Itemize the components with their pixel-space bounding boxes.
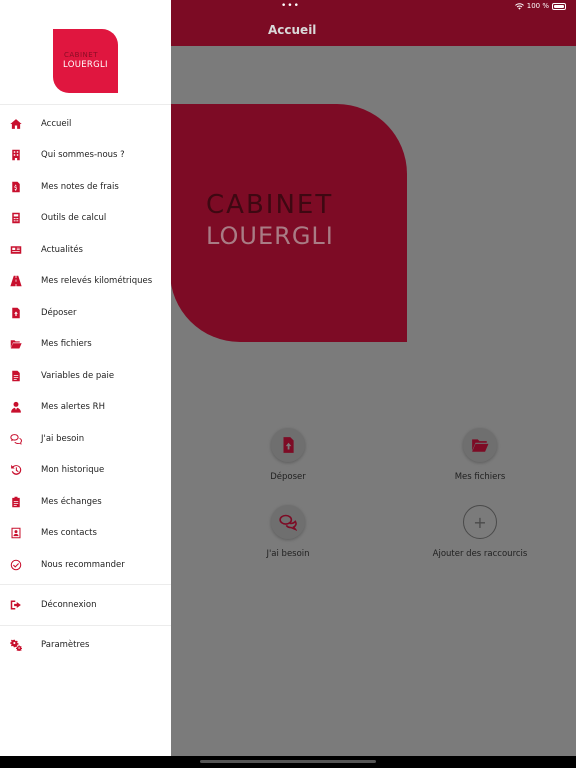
- shortcut-label: Mes fichiers: [454, 472, 506, 482]
- menu-item-echanges[interactable]: Mes échanges: [0, 488, 171, 516]
- menu-item-qui-sommes-nous[interactable]: Qui sommes-nous ?: [0, 141, 171, 169]
- menu-item-label: Mon historique: [41, 465, 105, 475]
- menu-item-label: Mes contacts: [41, 528, 97, 538]
- menu-item-accueil[interactable]: Accueil: [0, 110, 171, 138]
- menu-item-label: Actualités: [41, 245, 83, 255]
- battery-percent: 100 %: [526, 2, 549, 10]
- menu-item-label: Mes notes de frais: [41, 182, 119, 192]
- home-icon: [9, 118, 22, 131]
- history-icon: [9, 464, 22, 477]
- gears-icon: [9, 639, 22, 652]
- file-lines-icon: [9, 370, 22, 383]
- comments-icon: [271, 505, 305, 539]
- shortcut-add[interactable]: + Ajouter des raccourcis: [410, 505, 550, 559]
- menu-item-nous-recommander[interactable]: Nous recommander: [0, 551, 171, 579]
- calculator-icon: [9, 212, 22, 225]
- folder-open-icon: [9, 338, 22, 351]
- menu-item-contacts[interactable]: Mes contacts: [0, 519, 171, 547]
- menu-item-jai-besoin[interactable]: J'ai besoin: [0, 425, 171, 453]
- brand-logo-line2: LOUERGLI: [206, 222, 334, 250]
- wifi-icon: [514, 2, 524, 10]
- brand-logo-line1: CABINET: [206, 190, 334, 220]
- logout-button[interactable]: Déconnexion: [0, 591, 171, 619]
- settings-button[interactable]: Paramètres: [0, 631, 171, 659]
- menu-item-label: Déposer: [41, 308, 77, 318]
- receipt-icon: [9, 181, 22, 194]
- brand-logo-large: CABINET LOUERGLI: [170, 104, 407, 342]
- brand-logo-line2: LOUERGLI: [63, 60, 108, 70]
- menu-item-label: Nous recommander: [41, 560, 125, 570]
- brand-logo-line1: CABINET: [64, 51, 98, 59]
- menu-item-label: Accueil: [41, 119, 72, 129]
- menu-item-historique[interactable]: Mon historique: [0, 456, 171, 484]
- shortcut-deposer[interactable]: Déposer: [218, 428, 358, 482]
- sign-out-icon: [9, 599, 22, 612]
- shortcut-label: Ajouter des raccourcis: [432, 549, 528, 559]
- divider: [0, 584, 171, 585]
- menu-item-label: Paramètres: [41, 640, 90, 650]
- shortcut-label: Déposer: [270, 472, 306, 482]
- user-tie-icon: [9, 401, 22, 414]
- divider: [0, 625, 171, 626]
- multitask-dots[interactable]: •••: [281, 1, 300, 11]
- menu-item-alertes-rh[interactable]: Mes alertes RH: [0, 393, 171, 421]
- menu-item-label: Variables de paie: [41, 371, 115, 381]
- building-icon: [9, 149, 22, 162]
- newspaper-icon: [9, 244, 22, 257]
- shortcut-jai-besoin[interactable]: J'ai besoin: [218, 505, 358, 559]
- folder-open-icon: [463, 428, 497, 462]
- bottom-bar: [0, 756, 576, 768]
- divider: [0, 104, 171, 105]
- clipboard-icon: [9, 496, 22, 509]
- comments-icon: [9, 433, 22, 446]
- address-card-icon: [9, 527, 22, 540]
- menu-item-releves-kilometriques[interactable]: Mes relevés kilométriques: [0, 267, 171, 295]
- shortcut-mes-fichiers[interactable]: Mes fichiers: [410, 428, 550, 482]
- file-upload-icon: [271, 428, 305, 462]
- menu-item-label: Mes échanges: [41, 497, 102, 507]
- plus-icon: +: [463, 505, 497, 539]
- menu-item-label: Mes alertes RH: [41, 402, 105, 412]
- file-upload-icon: [9, 307, 22, 320]
- menu-item-label: Mes relevés kilométriques: [41, 276, 153, 286]
- side-drawer: CABINET LOUERGLI Accueil Qui sommes-nous…: [0, 0, 171, 756]
- page-title: Accueil: [268, 23, 317, 37]
- menu-item-label: Qui sommes-nous ?: [41, 150, 125, 160]
- menu-item-mes-fichiers[interactable]: Mes fichiers: [0, 330, 171, 358]
- menu-item-deposer[interactable]: Déposer: [0, 299, 171, 327]
- menu-item-notes-de-frais[interactable]: Mes notes de frais: [0, 173, 171, 201]
- menu-item-actualites[interactable]: Actualités: [0, 236, 171, 264]
- shortcut-label: J'ai besoin: [266, 549, 310, 559]
- menu-item-label: J'ai besoin: [41, 434, 85, 444]
- check-circle-icon: [9, 559, 22, 572]
- menu-item-label: Outils de calcul: [41, 213, 107, 223]
- brand-logo: CABINET LOUERGLI: [53, 29, 118, 93]
- status-right: 100 %: [514, 2, 566, 10]
- menu-item-variables-de-paie[interactable]: Variables de paie: [0, 362, 171, 390]
- road-icon: [9, 275, 22, 288]
- menu-item-outils-de-calcul[interactable]: Outils de calcul: [0, 204, 171, 232]
- menu-item-label: Déconnexion: [41, 600, 97, 610]
- battery-icon: [552, 2, 566, 10]
- home-indicator[interactable]: [200, 760, 376, 763]
- menu-item-label: Mes fichiers: [41, 339, 92, 349]
